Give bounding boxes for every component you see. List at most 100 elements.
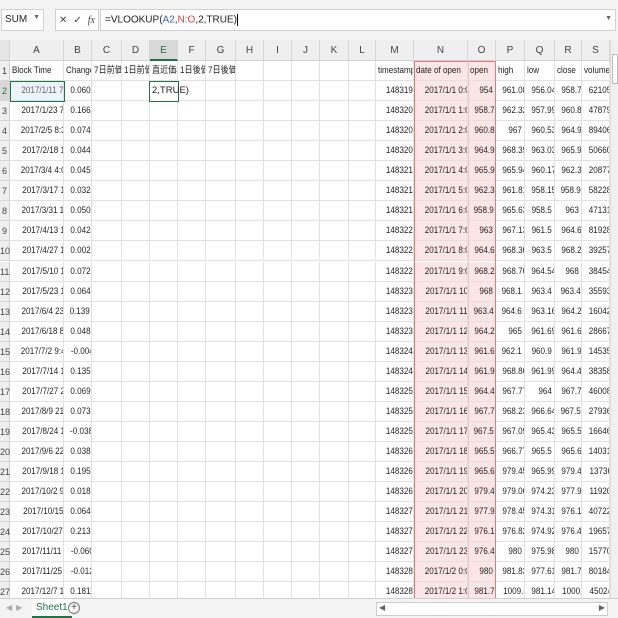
cell-d11[interactable] — [122, 262, 150, 282]
column-header-i[interactable]: I — [264, 40, 292, 61]
cell-d18[interactable] — [122, 402, 150, 422]
cell-o11[interactable]: 968.29 — [468, 262, 496, 282]
cell-b9[interactable]: 0.0424 — [64, 221, 92, 241]
cell-p19[interactable]: 967.09 — [496, 422, 525, 442]
cell-h22[interactable] — [236, 482, 264, 502]
cell-l3[interactable] — [349, 101, 376, 121]
cell-l2[interactable] — [349, 81, 376, 101]
cell-b2[interactable]: 0.0605 — [64, 81, 92, 101]
cell-f19[interactable] — [178, 422, 206, 442]
cell-o18[interactable]: 967.77 — [468, 402, 496, 422]
cell-e15[interactable] — [150, 342, 178, 362]
cell-o21[interactable]: 965.64 — [468, 462, 496, 482]
cell-j21[interactable] — [292, 462, 320, 482]
cell-b16[interactable]: 0.1353 — [64, 362, 92, 382]
cell-h24[interactable] — [236, 522, 264, 542]
cell-h8[interactable] — [236, 201, 264, 221]
cell-i2[interactable] — [264, 81, 292, 101]
cell-p22[interactable]: 979.06 — [496, 482, 525, 502]
cell-m8[interactable]: 1483218000 — [376, 201, 414, 221]
cell-c15[interactable] — [92, 342, 122, 362]
header-cell-c[interactable]: 7日前価格 — [92, 61, 122, 81]
cell-a17[interactable]: 2017/7/27 20:03 — [10, 382, 64, 402]
cell-h21[interactable] — [236, 462, 264, 482]
cell-b10[interactable]: 0.0022 — [64, 241, 92, 261]
row-header-10[interactable]: 10 — [0, 241, 10, 261]
cell-f4[interactable] — [178, 121, 206, 141]
cell-a4[interactable]: 2017/2/5 8:38 — [10, 121, 64, 141]
cell-f21[interactable] — [178, 462, 206, 482]
scroll-left-icon[interactable]: ◀ — [379, 603, 385, 612]
cell-c5[interactable] — [92, 141, 122, 161]
cell-g8[interactable] — [206, 201, 236, 221]
cell-i21[interactable] — [264, 462, 292, 482]
row-header-4[interactable]: 4 — [0, 121, 10, 141]
header-cell-h[interactable] — [236, 61, 264, 81]
cell-r26[interactable]: 981.72 — [555, 562, 582, 582]
cell-m3[interactable]: 1483200000 — [376, 101, 414, 121]
chevron-down-icon[interactable]: ▼ — [33, 14, 40, 21]
cell-m7[interactable]: 1483214400 — [376, 181, 414, 201]
cell-p7[interactable]: 961.81 — [496, 181, 525, 201]
cell-i18[interactable] — [264, 402, 292, 422]
cell-h5[interactable] — [236, 141, 264, 161]
cell-s4[interactable]: 894066 — [582, 121, 610, 141]
cell-n23[interactable]: 2017/1/1 21:00 — [414, 502, 468, 522]
cell-d4[interactable] — [122, 121, 150, 141]
cell-g16[interactable] — [206, 362, 236, 382]
cell-c10[interactable] — [92, 241, 122, 261]
scrollbar-thumb[interactable] — [612, 54, 618, 84]
cell-o3[interactable]: 958.76 — [468, 101, 496, 121]
cell-a26[interactable]: 2017/11/25 4:53 — [10, 562, 64, 582]
cell-p16[interactable]: 968.86 — [496, 362, 525, 382]
cell-p24[interactable]: 976.82 — [496, 522, 525, 542]
cell-o7[interactable]: 962.38 — [468, 181, 496, 201]
cell-g15[interactable] — [206, 342, 236, 362]
cell-m5[interactable]: 1483207200 — [376, 141, 414, 161]
cell-n20[interactable]: 2017/1/1 18:00 — [414, 442, 468, 462]
cell-g21[interactable] — [206, 462, 236, 482]
cell-g5[interactable] — [206, 141, 236, 161]
cell-b14[interactable]: 0.0485 — [64, 322, 92, 342]
cell-p10[interactable]: 968.36 — [496, 241, 525, 261]
header-cell-d[interactable]: 1日前価格 — [122, 61, 150, 81]
cell-n17[interactable]: 2017/1/1 15:00 — [414, 382, 468, 402]
cell-h12[interactable] — [236, 282, 264, 302]
cell-a14[interactable]: 2017/6/18 8:18 — [10, 322, 64, 342]
row-header-26[interactable]: 26 — [0, 562, 10, 582]
cell-j3[interactable] — [292, 101, 320, 121]
cell-d3[interactable] — [122, 101, 150, 121]
cell-k7[interactable] — [320, 181, 349, 201]
cell-n8[interactable]: 2017/1/1 6:00 — [414, 201, 468, 221]
cell-f12[interactable] — [178, 282, 206, 302]
header-cell-s[interactable]: volume — [582, 61, 610, 81]
cell-j15[interactable] — [292, 342, 320, 362]
cell-o12[interactable]: 968 — [468, 282, 496, 302]
header-cell-k[interactable] — [320, 61, 349, 81]
cell-f5[interactable] — [178, 141, 206, 161]
cell-g3[interactable] — [206, 101, 236, 121]
cell-j24[interactable] — [292, 522, 320, 542]
cell-g6[interactable] — [206, 161, 236, 181]
cell-r2[interactable]: 958.76 — [555, 81, 582, 101]
row-header-12[interactable]: 12 — [0, 282, 10, 302]
cell-q8[interactable]: 958.5 — [525, 201, 555, 221]
cell-k18[interactable] — [320, 402, 349, 422]
row-header-21[interactable]: 21 — [0, 462, 10, 482]
header-cell-o[interactable]: open — [468, 61, 496, 81]
column-header-o[interactable]: O — [468, 40, 496, 61]
cell-r6[interactable]: 962.38 — [555, 161, 582, 181]
cell-q26[interactable]: 977.61 — [525, 562, 555, 582]
cell-k11[interactable] — [320, 262, 349, 282]
cell-q21[interactable]: 965.99 — [525, 462, 555, 482]
cell-e18[interactable] — [150, 402, 178, 422]
cell-d26[interactable] — [122, 562, 150, 582]
cell-l10[interactable] — [349, 241, 376, 261]
cell-b20[interactable]: 0.0389 — [64, 442, 92, 462]
cell-f7[interactable] — [178, 181, 206, 201]
row-header-2[interactable]: 2 — [0, 81, 10, 101]
cell-g20[interactable] — [206, 442, 236, 462]
header-cell-q[interactable]: low — [525, 61, 555, 81]
cell-d19[interactable] — [122, 422, 150, 442]
cell-b12[interactable]: 0.0642 — [64, 282, 92, 302]
